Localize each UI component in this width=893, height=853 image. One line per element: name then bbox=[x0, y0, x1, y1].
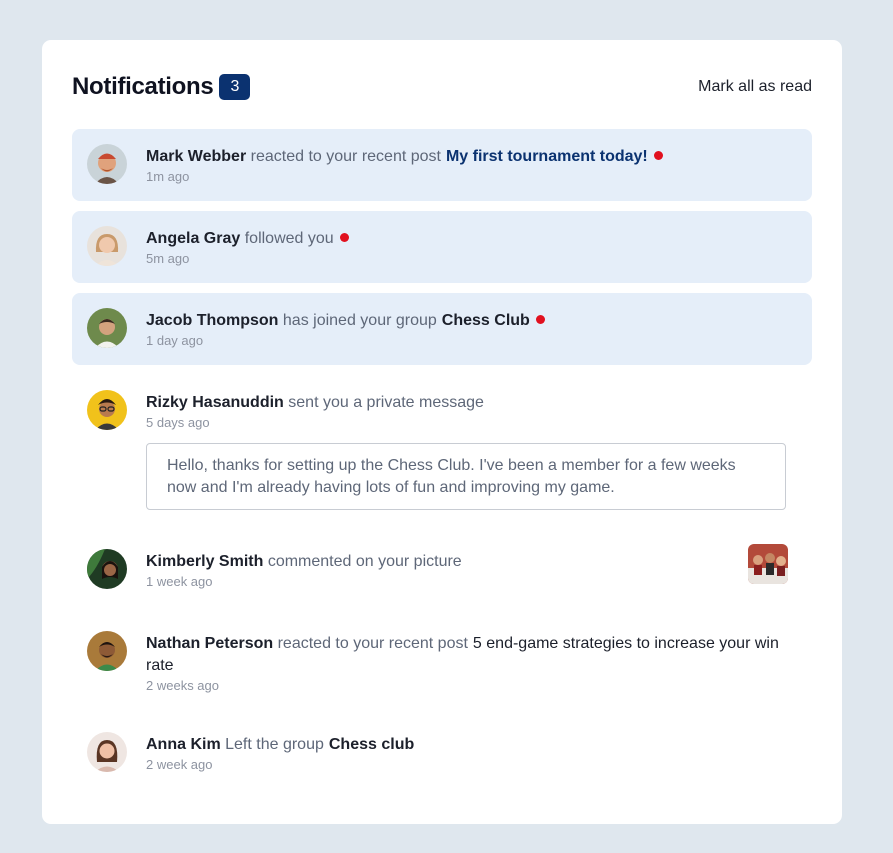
avatar[interactable] bbox=[87, 631, 127, 671]
timestamp: 2 weeks ago bbox=[146, 678, 219, 693]
title-wrap: Notifications 3 bbox=[72, 73, 251, 101]
notification-text: Kimberly Smith commented on your picture bbox=[146, 551, 798, 573]
unread-dot bbox=[339, 233, 349, 242]
avatar[interactable] bbox=[87, 732, 127, 772]
avatar[interactable] bbox=[87, 226, 127, 266]
timestamp: 1 day ago bbox=[146, 333, 204, 348]
action-text: reacted to your recent post bbox=[277, 635, 468, 652]
notification-text: Mark Webber reacted to your recent post M… bbox=[146, 146, 798, 168]
notification-body: Rizky Hasanuddin sent you a private mess… bbox=[146, 390, 798, 510]
mark-all-read-button[interactable]: Mark all as read bbox=[698, 78, 812, 96]
action-text: reacted to your recent post bbox=[250, 148, 441, 165]
notification-item[interactable]: Nathan Peterson reacted to your recent p… bbox=[72, 616, 812, 707]
notification-item[interactable]: Kimberly Smith commented on your picture… bbox=[72, 534, 812, 606]
user-name[interactable]: Anna Kim bbox=[146, 736, 221, 753]
avatar[interactable] bbox=[87, 549, 127, 589]
action-text: Left the group bbox=[225, 736, 324, 753]
commented-picture-thumbnail[interactable] bbox=[748, 544, 788, 584]
notification-text: Rizky Hasanuddin sent you a private mess… bbox=[146, 392, 798, 414]
notification-body: Nathan Peterson reacted to your recent p… bbox=[146, 631, 798, 693]
notification-body: Mark Webber reacted to your recent post M… bbox=[146, 144, 798, 187]
page-title: Notifications bbox=[72, 73, 214, 100]
timestamp: 1m ago bbox=[146, 169, 190, 184]
unread-dot bbox=[653, 151, 663, 160]
private-message-preview[interactable]: Hello, thanks for setting up the Chess C… bbox=[146, 443, 786, 510]
user-name[interactable]: Rizky Hasanuddin bbox=[146, 394, 284, 411]
notifications-card: Notifications 3 Mark all as read Mark We… bbox=[42, 40, 842, 824]
user-name[interactable]: Nathan Peterson bbox=[146, 635, 273, 652]
unread-dot bbox=[535, 315, 545, 324]
notification-body: Kimberly Smith commented on your picture… bbox=[146, 549, 798, 592]
notification-item[interactable]: Angela Gray followed you 5m ago bbox=[72, 211, 812, 283]
notification-body: Jacob Thompson has joined your group Ches… bbox=[146, 308, 798, 351]
timestamp: 2 week ago bbox=[146, 757, 213, 772]
notification-text: Anna Kim Left the group Chess club bbox=[146, 734, 798, 756]
post-link[interactable]: My first tournament today! bbox=[446, 148, 648, 165]
user-name[interactable]: Jacob Thompson bbox=[146, 312, 278, 329]
notification-text: Jacob Thompson has joined your group Ches… bbox=[146, 310, 798, 332]
avatar[interactable] bbox=[87, 144, 127, 184]
notifications-header: Notifications 3 Mark all as read bbox=[72, 72, 812, 102]
action-text: followed you bbox=[244, 230, 334, 247]
action-text: has joined your group bbox=[282, 312, 437, 329]
notification-text: Angela Gray followed you bbox=[146, 228, 798, 250]
action-text: commented on your picture bbox=[267, 553, 462, 570]
group-link[interactable]: Chess club bbox=[329, 736, 414, 753]
action-text: sent you a private message bbox=[288, 394, 484, 411]
notification-item[interactable]: Mark Webber reacted to your recent post M… bbox=[72, 129, 812, 201]
notification-body: Anna Kim Left the group Chess club 2 week… bbox=[146, 732, 798, 775]
notification-text: Nathan Peterson reacted to your recent p… bbox=[146, 633, 798, 677]
avatar[interactable] bbox=[87, 308, 127, 348]
user-name[interactable]: Angela Gray bbox=[146, 230, 240, 247]
user-name[interactable]: Mark Webber bbox=[146, 148, 246, 165]
group-link[interactable]: Chess Club bbox=[442, 312, 530, 329]
notification-item[interactable]: Jacob Thompson has joined your group Ches… bbox=[72, 293, 812, 365]
notification-body: Angela Gray followed you 5m ago bbox=[146, 226, 798, 269]
notification-item[interactable]: Anna Kim Left the group Chess club 2 week… bbox=[72, 717, 812, 789]
timestamp: 5m ago bbox=[146, 251, 190, 266]
user-name[interactable]: Kimberly Smith bbox=[146, 553, 263, 570]
timestamp: 1 week ago bbox=[146, 574, 213, 589]
notification-item[interactable]: Rizky Hasanuddin sent you a private mess… bbox=[72, 375, 812, 524]
timestamp: 5 days ago bbox=[146, 415, 210, 430]
unread-count-badge: 3 bbox=[219, 74, 251, 100]
avatar[interactable] bbox=[87, 390, 127, 430]
